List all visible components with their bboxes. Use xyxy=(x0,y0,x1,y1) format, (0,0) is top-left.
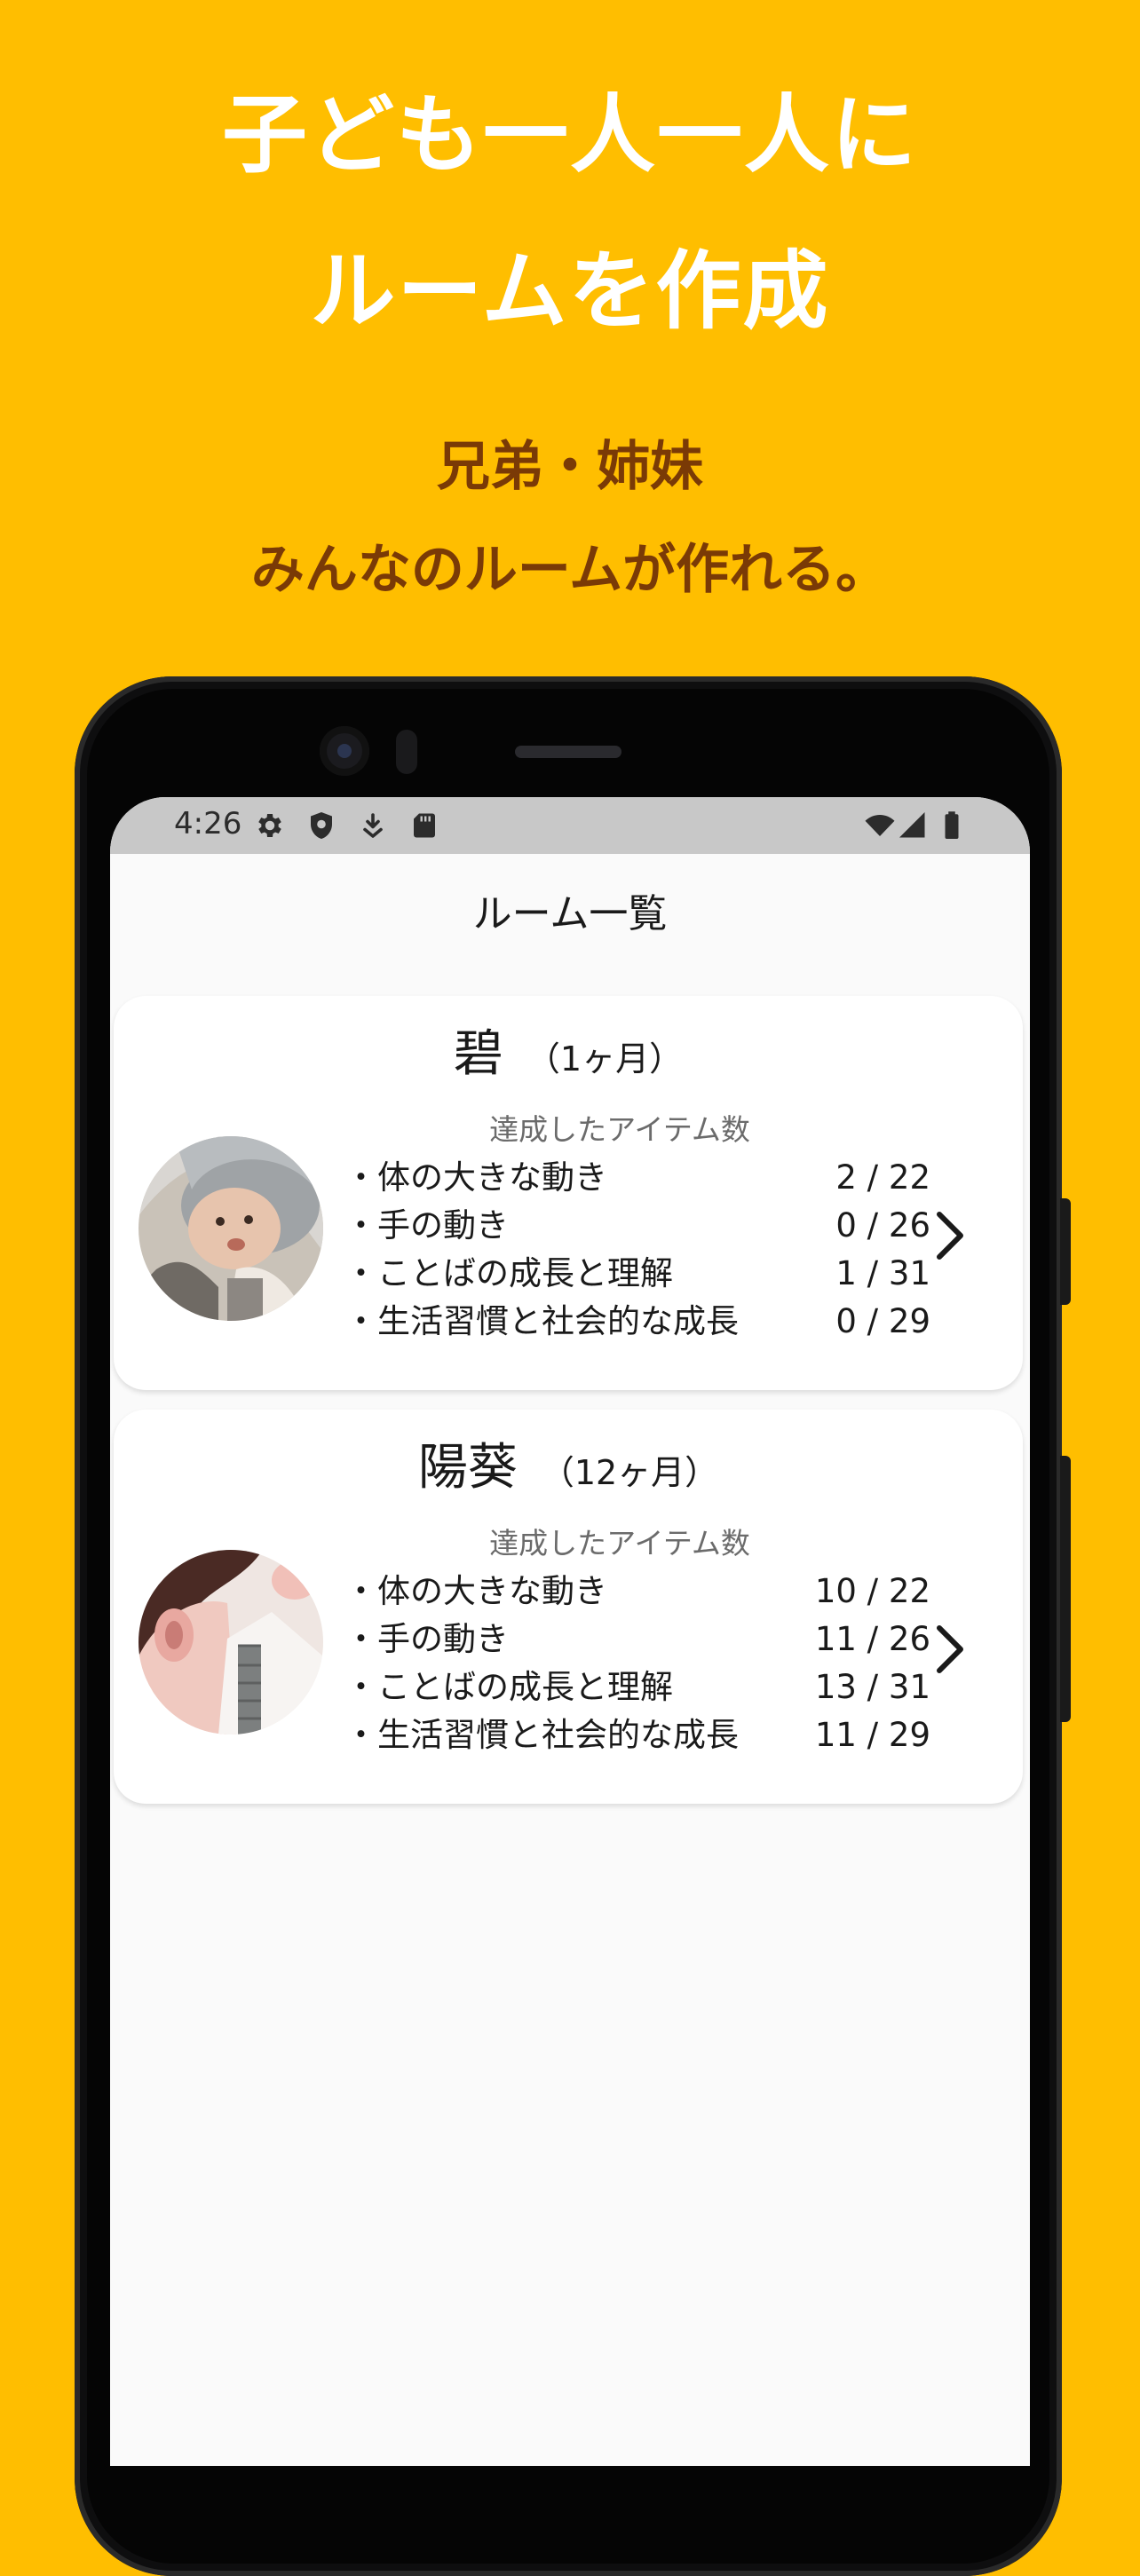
list-item: 体の大きな動き 2 / 22 xyxy=(344,1161,930,1209)
item-label: 生活習慣と社会的な成長 xyxy=(344,1719,739,1751)
item-count: 0 / 29 xyxy=(835,1302,930,1340)
list-item: 生活習慣と社会的な成長 11 / 29 xyxy=(344,1719,930,1766)
signal-icon xyxy=(899,812,925,838)
proximity-sensor xyxy=(396,730,417,774)
item-count: 11 / 29 xyxy=(814,1716,930,1754)
room-age: （12ヶ月） xyxy=(540,1453,719,1492)
room-card[interactable]: 陽葵（12ヶ月） 達成したアイテム数 体の大きな動き 10 / 22 手 xyxy=(114,1410,1023,1804)
wifi-icon xyxy=(865,815,895,836)
list-item: 手の動き 0 / 26 xyxy=(344,1209,930,1257)
item-label: 体の大きな動き xyxy=(344,1575,607,1608)
room-age: （1ヶ月） xyxy=(526,1039,684,1079)
list-item: 手の動き 11 / 26 xyxy=(344,1623,930,1671)
promo-subline-line1: 兄弟・姉妹 xyxy=(437,436,703,498)
list-item: 生活習慣と社会的な成長 0 / 29 xyxy=(344,1305,930,1353)
list-item: ことばの成長と理解 13 / 31 xyxy=(344,1671,930,1719)
promo-subline-line2: みんなのルームが作れる。 xyxy=(250,539,890,601)
progress-list: 体の大きな動き 2 / 22 手の動き 0 / 26 ことばの成長と理解 1 /… xyxy=(344,1161,930,1353)
promo-headline-line1: 子ども一人一人に xyxy=(222,85,918,185)
progress-label: 達成したアイテム数 xyxy=(489,1112,750,1147)
item-count: 10 / 22 xyxy=(814,1572,930,1610)
room-name: 陽葵 xyxy=(417,1439,518,1497)
room-name: 碧 xyxy=(453,1025,503,1083)
front-camera xyxy=(320,726,369,776)
item-count: 2 / 22 xyxy=(835,1158,930,1197)
item-label: 手の動き xyxy=(344,1209,509,1242)
phone-screen: 4:26 ルーム一覧 碧（1ヶ月） 達成したアイテム数 ・ 体の大きな動き 2 … xyxy=(110,797,1030,2466)
sd-card-icon xyxy=(414,813,435,838)
chevron-right-icon[interactable] xyxy=(929,1623,971,1676)
room-title: 碧（1ヶ月） xyxy=(114,1030,1023,1079)
item-label: 生活習慣と社会的な成長 xyxy=(344,1305,739,1338)
item-count: 0 / 26 xyxy=(835,1206,930,1245)
gear-icon xyxy=(258,813,281,838)
avatar xyxy=(139,1136,323,1321)
item-count: 11 / 26 xyxy=(814,1620,930,1658)
list-item: 体の大きな動き 10 / 22 xyxy=(344,1575,930,1623)
list-item: ことばの成長と理解 1 / 31 xyxy=(344,1257,930,1305)
room-title: 陽葵 （12ヶ月） xyxy=(114,1443,1023,1493)
shield-icon xyxy=(311,812,332,839)
item-label: ことばの成長と理解 xyxy=(344,1257,673,1290)
status-time: 4:26 xyxy=(174,806,242,842)
item-label: ことばの成長と理解 xyxy=(344,1671,673,1703)
item-label: 体の大きな動き xyxy=(344,1161,607,1194)
room-card[interactable]: 碧（1ヶ月） 達成したアイテム数 体の大きな動き 2 / 22 xyxy=(114,996,1023,1390)
status-bar: 4:26 xyxy=(110,797,1030,854)
progress-label: 達成したアイテム数 xyxy=(489,1526,750,1561)
earpiece-speaker xyxy=(515,746,621,758)
promo-headline-line2: ルームを作成 xyxy=(310,241,830,341)
phone-side-button-lower xyxy=(1060,1456,1071,1722)
phone-side-button-upper xyxy=(1060,1198,1071,1305)
item-label: 手の動き xyxy=(344,1623,509,1655)
avatar xyxy=(139,1550,323,1734)
item-count: 13 / 31 xyxy=(814,1668,930,1706)
page-title: ルーム一覧 xyxy=(472,891,668,936)
download-icon xyxy=(363,813,383,838)
progress-list: 体の大きな動き 10 / 22 手の動き 11 / 26 ことばの成長と理解 1… xyxy=(344,1575,930,1766)
item-count: 1 / 31 xyxy=(835,1254,930,1292)
chevron-right-icon[interactable] xyxy=(929,1209,971,1262)
battery-icon xyxy=(945,811,959,839)
